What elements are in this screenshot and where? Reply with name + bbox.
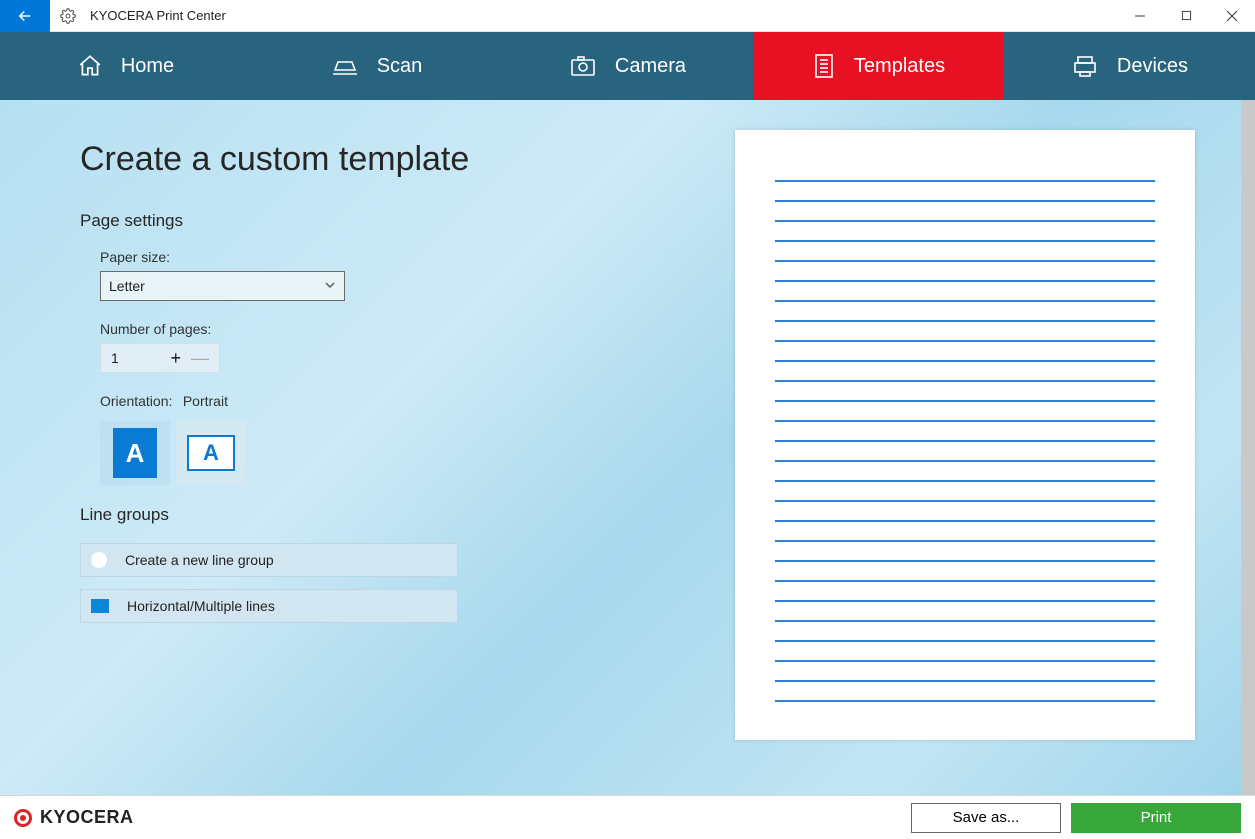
maximize-button[interactable] xyxy=(1163,0,1209,32)
preview-line xyxy=(775,300,1155,302)
portrait-glyph-icon: A xyxy=(113,428,157,478)
main-content: Create a custom template Page settings P… xyxy=(0,100,1255,795)
camera-icon xyxy=(569,54,597,78)
preview-line xyxy=(775,460,1155,462)
page-title: Create a custom template xyxy=(80,140,600,179)
page-settings-title: Page settings xyxy=(80,211,600,231)
preview-line xyxy=(775,360,1155,362)
settings-pane: Create a custom template Page settings P… xyxy=(80,140,600,635)
paper-size-value: Letter xyxy=(109,278,145,294)
brand-mark-icon xyxy=(14,809,32,827)
home-icon xyxy=(77,53,103,79)
orientation-value: Portrait xyxy=(183,393,228,409)
preview-line xyxy=(775,280,1155,282)
preview-line xyxy=(775,260,1155,262)
footer: KYOCERA Save as... Print xyxy=(0,795,1255,839)
line-group-item[interactable]: Horizontal/Multiple lines xyxy=(80,589,458,623)
chevron-down-icon xyxy=(324,278,336,294)
increment-button[interactable]: + xyxy=(170,348,181,369)
back-arrow-icon xyxy=(16,7,34,25)
settings-icon[interactable] xyxy=(50,8,86,24)
preview-line xyxy=(775,680,1155,682)
nav-scan-label: Scan xyxy=(377,55,423,78)
nav-camera-label: Camera xyxy=(615,55,686,78)
num-pages-value: 1 xyxy=(111,350,119,366)
app-title: KYOCERA Print Center xyxy=(86,8,226,23)
preview-line xyxy=(775,400,1155,402)
preview-line xyxy=(775,320,1155,322)
close-button[interactable] xyxy=(1209,0,1255,32)
main-nav: Home Scan Camera Templates Devices xyxy=(0,32,1255,100)
templates-icon xyxy=(812,53,836,79)
num-pages-label: Number of pages: xyxy=(100,321,600,337)
landscape-glyph-icon: A xyxy=(187,435,235,471)
preview-line xyxy=(775,200,1155,202)
nav-camera[interactable]: Camera xyxy=(502,32,753,100)
preview-line xyxy=(775,600,1155,602)
line-group-item-label: Horizontal/Multiple lines xyxy=(127,598,275,614)
preview-line xyxy=(775,580,1155,582)
preview-line xyxy=(775,640,1155,642)
orientation-portrait-button[interactable]: A xyxy=(100,421,170,485)
minimize-button[interactable] xyxy=(1117,0,1163,32)
preview-line xyxy=(775,220,1155,222)
save-as-button[interactable]: Save as... xyxy=(911,803,1061,833)
back-button[interactable] xyxy=(0,0,50,32)
preview-line xyxy=(775,700,1155,702)
nav-devices[interactable]: Devices xyxy=(1004,32,1255,100)
preview-line xyxy=(775,620,1155,622)
preview-line xyxy=(775,440,1155,442)
paper-size-select[interactable]: Letter xyxy=(100,271,345,301)
paper-size-label: Paper size: xyxy=(100,249,600,265)
nav-templates[interactable]: Templates xyxy=(753,32,1004,100)
preview-line xyxy=(775,420,1155,422)
preview-line xyxy=(775,500,1155,502)
add-circle-icon xyxy=(91,552,107,568)
preview-line xyxy=(775,180,1155,182)
devices-icon xyxy=(1071,54,1099,78)
titlebar: KYOCERA Print Center xyxy=(0,0,1255,32)
brand-text: KYOCERA xyxy=(40,807,134,828)
vertical-scrollbar[interactable] xyxy=(1241,100,1255,795)
page-preview xyxy=(735,130,1195,740)
nav-scan[interactable]: Scan xyxy=(251,32,502,100)
preview-line xyxy=(775,240,1155,242)
preview-line xyxy=(775,480,1155,482)
preview-line xyxy=(775,560,1155,562)
nav-home-label: Home xyxy=(121,55,174,78)
orientation-label: Orientation: xyxy=(100,393,172,409)
preview-line xyxy=(775,660,1155,662)
num-pages-spinner[interactable]: 1 + — xyxy=(100,343,220,373)
orientation-landscape-button[interactable]: A xyxy=(176,421,246,485)
preview-line xyxy=(775,520,1155,522)
preview-line xyxy=(775,380,1155,382)
preview-line xyxy=(775,540,1155,542)
create-line-group-button[interactable]: Create a new line group xyxy=(80,543,458,577)
scan-icon xyxy=(331,53,359,79)
print-button[interactable]: Print xyxy=(1071,803,1241,833)
preview-line xyxy=(775,340,1155,342)
brand-logo: KYOCERA xyxy=(14,807,134,828)
create-line-group-label: Create a new line group xyxy=(125,552,274,568)
line-groups-title: Line groups xyxy=(80,505,600,525)
line-group-swatch-icon xyxy=(91,599,109,613)
window-controls xyxy=(1117,0,1255,32)
nav-devices-label: Devices xyxy=(1117,55,1188,78)
nav-templates-label: Templates xyxy=(854,55,945,78)
decrement-button: — xyxy=(191,348,209,369)
nav-home[interactable]: Home xyxy=(0,32,251,100)
